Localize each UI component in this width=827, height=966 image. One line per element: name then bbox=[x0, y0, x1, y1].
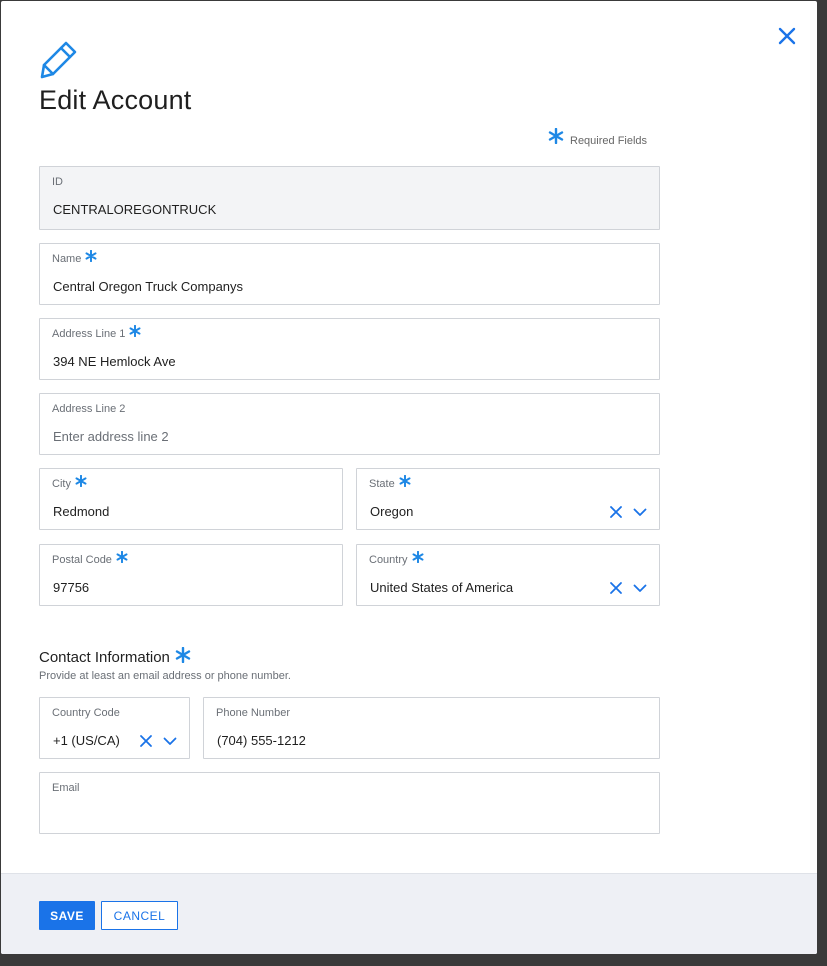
state-label: State bbox=[369, 474, 411, 490]
state-select[interactable]: State Oregon bbox=[356, 468, 660, 530]
name-label: Name bbox=[52, 249, 97, 265]
country-code-select[interactable]: Country Code +1 (US/CA) bbox=[39, 697, 190, 759]
id-label: ID bbox=[52, 176, 63, 188]
postal-code-field[interactable]: Postal Code 97756 bbox=[39, 544, 343, 606]
required-star-icon bbox=[75, 474, 87, 490]
contact-section-title: Contact Information bbox=[39, 646, 191, 667]
country-select[interactable]: Country United States of America bbox=[356, 544, 660, 606]
required-star-icon bbox=[412, 550, 424, 566]
address-line-1-label: Address Line 1 bbox=[52, 324, 141, 340]
pencil-icon bbox=[39, 39, 79, 84]
clear-icon[interactable] bbox=[609, 505, 623, 524]
required-fields-label: Required Fields bbox=[570, 134, 648, 147]
name-input[interactable]: Central Oregon Truck Companys bbox=[53, 279, 579, 294]
email-field[interactable]: Email bbox=[39, 772, 660, 834]
required-star-icon bbox=[175, 646, 191, 667]
city-input[interactable]: Redmond bbox=[53, 504, 310, 519]
postal-code-label: Postal Code bbox=[52, 550, 128, 566]
required-star-icon bbox=[116, 550, 128, 566]
cancel-button[interactable]: CANCEL bbox=[101, 901, 178, 930]
name-field[interactable]: Name Central Oregon Truck Companys bbox=[39, 243, 660, 305]
state-value: Oregon bbox=[370, 504, 414, 519]
country-code-label: Country Code bbox=[52, 707, 120, 719]
address-line-1-input[interactable]: 394 NE Hemlock Ave bbox=[53, 354, 579, 369]
chevron-down-icon[interactable] bbox=[633, 581, 647, 600]
address-line-2-label: Address Line 2 bbox=[52, 403, 126, 415]
address-line-2-field[interactable]: Address Line 2 Enter address line 2 bbox=[39, 393, 660, 455]
required-fields-note: Required Fields bbox=[548, 127, 648, 147]
country-value: United States of America bbox=[370, 580, 514, 595]
chevron-down-icon[interactable] bbox=[633, 505, 647, 524]
address-line-2-input[interactable]: Enter address line 2 bbox=[53, 429, 579, 444]
page-title: Edit Account bbox=[39, 85, 192, 115]
id-value: CENTRALOREGONTRUCK bbox=[53, 202, 217, 217]
close-icon bbox=[778, 27, 796, 45]
required-star-icon bbox=[85, 249, 97, 265]
clear-icon[interactable] bbox=[609, 581, 623, 600]
phone-number-field[interactable]: Phone Number (704) 555-1212 bbox=[203, 697, 660, 759]
required-star-icon bbox=[129, 324, 141, 340]
required-star-icon bbox=[548, 127, 564, 147]
close-button[interactable] bbox=[777, 26, 797, 46]
chevron-down-icon[interactable] bbox=[163, 734, 177, 753]
contact-section-subtitle: Provide at least an email address or pho… bbox=[39, 670, 291, 682]
postal-code-input[interactable]: 97756 bbox=[53, 580, 310, 595]
city-field[interactable]: City Redmond bbox=[39, 468, 343, 530]
email-label: Email bbox=[52, 782, 80, 794]
clear-icon[interactable] bbox=[139, 734, 153, 753]
phone-number-input[interactable]: (704) 555-1212 bbox=[217, 733, 604, 748]
dialog-footer: SAVE CANCEL bbox=[1, 873, 817, 954]
country-code-value: +1 (US/CA) bbox=[53, 733, 120, 748]
address-line-1-field[interactable]: Address Line 1 394 NE Hemlock Ave bbox=[39, 318, 660, 380]
edit-account-dialog: Edit Account Required Fields ID CENTRALO… bbox=[1, 1, 817, 954]
save-button[interactable]: SAVE bbox=[39, 901, 95, 930]
required-star-icon bbox=[399, 474, 411, 490]
id-field: ID CENTRALOREGONTRUCK bbox=[39, 166, 660, 230]
phone-number-label: Phone Number bbox=[216, 707, 290, 719]
city-label: City bbox=[52, 474, 87, 490]
country-label: Country bbox=[369, 550, 424, 566]
